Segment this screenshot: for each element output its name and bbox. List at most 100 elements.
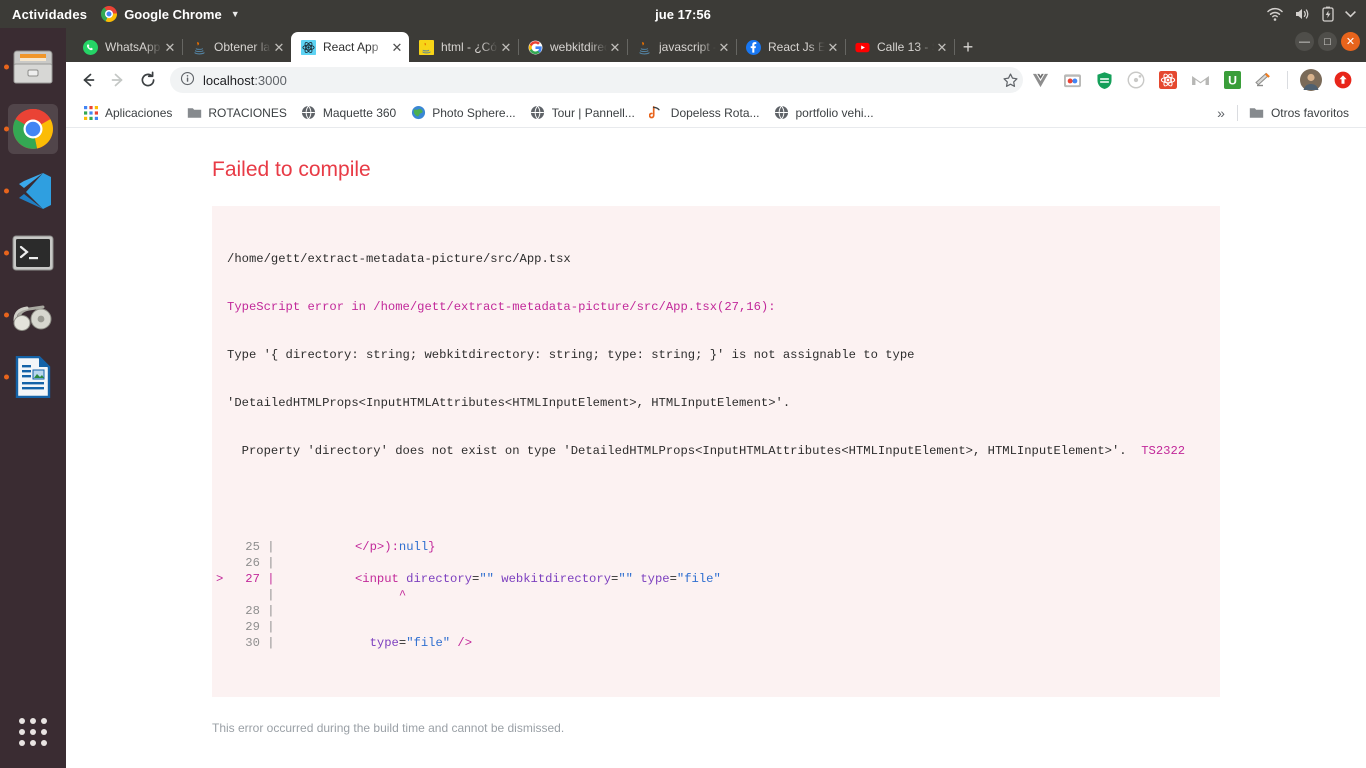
error-spacer xyxy=(216,491,1205,507)
tab-whatsapp[interactable]: WhatsApp ✕ xyxy=(73,32,183,62)
dock-item-rhythmbox[interactable] xyxy=(0,284,66,346)
code-line-gutter: 30 | xyxy=(216,636,282,650)
tab-close-icon[interactable]: ✕ xyxy=(716,41,732,54)
tab-close-icon[interactable]: ✕ xyxy=(607,41,623,54)
dock-item-files[interactable] xyxy=(0,36,66,98)
bookmark-aplicaciones[interactable]: Aplicaciones xyxy=(76,102,179,124)
show-applications-button[interactable] xyxy=(0,704,66,760)
tab-close-icon[interactable]: ✕ xyxy=(389,41,405,54)
code-token: = xyxy=(669,572,677,586)
dock-item-terminal[interactable] xyxy=(0,222,66,284)
system-tray[interactable] xyxy=(1267,0,1356,28)
dock-item-chrome[interactable] xyxy=(0,98,66,160)
minimize-button[interactable]: — xyxy=(1295,32,1314,51)
wappalyzer-icon[interactable] xyxy=(1253,69,1275,91)
code-token: } xyxy=(428,540,436,554)
tab-title: html - ¿Cóm xyxy=(441,40,498,54)
bookmark-otros-favoritos[interactable]: Otros favoritos xyxy=(1242,102,1356,124)
facebook-icon xyxy=(745,39,761,55)
fullpage-screenshot-icon[interactable] xyxy=(1061,69,1083,91)
bookmark-label: Aplicaciones xyxy=(105,105,173,120)
bookmark-label: Photo Sphere... xyxy=(432,105,516,120)
code-line-gutter: > 27 | xyxy=(216,572,282,586)
code-token: type xyxy=(369,636,399,650)
bookmark-portfolio-vehi[interactable]: portfolio vehi... xyxy=(767,102,881,124)
tab-title: React App xyxy=(323,40,379,54)
tab-close-icon[interactable]: ✕ xyxy=(271,41,287,54)
info-circle-icon[interactable] xyxy=(180,71,195,89)
url-port: :3000 xyxy=(254,72,287,88)
dock-item-libreoffice-impress[interactable] xyxy=(0,346,66,408)
bookmark-star-icon[interactable] xyxy=(997,67,1023,93)
whatsapp-icon xyxy=(82,39,98,55)
app-menu-button[interactable]: Google Chrome ▼ xyxy=(101,6,240,22)
bookmark-photo-sphere[interactable]: Photo Sphere... xyxy=(403,102,522,124)
apps-grid-icon xyxy=(19,718,47,746)
ublock-origin-icon[interactable]: U xyxy=(1221,69,1243,91)
code-line-gutter: 28 | xyxy=(216,604,282,618)
tab-html-como[interactable]: html - ¿Cóm ✕ xyxy=(409,32,519,62)
back-button[interactable] xyxy=(74,66,102,94)
bookmark-rotaciones[interactable]: ROTACIONES xyxy=(179,102,293,124)
window-controls: — □ ✕ xyxy=(1295,32,1360,51)
react-devtools-icon[interactable] xyxy=(1157,69,1179,91)
libreoffice-impress-icon xyxy=(8,352,58,402)
tab-react-app[interactable]: React App ✕ xyxy=(291,32,409,62)
bookmarks-overflow-button[interactable]: » xyxy=(1209,105,1233,121)
globe-icon xyxy=(301,105,317,121)
address-bar-url: localhost:3000 xyxy=(203,73,287,88)
app-menu-label: Google Chrome xyxy=(124,6,222,22)
bookmark-maquette-360[interactable]: Maquette 360 xyxy=(294,102,403,124)
code-token: "" xyxy=(618,572,633,586)
code-token: type xyxy=(640,572,670,586)
bookmark-tour-pannell[interactable]: Tour | Pannell... xyxy=(523,102,642,124)
chrome-update-icon[interactable] xyxy=(1332,69,1354,91)
forward-button[interactable] xyxy=(104,66,132,94)
folder-icon xyxy=(186,105,202,121)
code-frame-line: | ^ xyxy=(216,587,1205,603)
tab-javascript[interactable]: javascript - ✕ xyxy=(627,32,737,62)
tab-close-icon[interactable]: ✕ xyxy=(498,41,514,54)
code-line-gutter: 26 | xyxy=(216,556,282,570)
reload-button[interactable] xyxy=(134,66,162,94)
error-code: TS2322 xyxy=(1141,444,1186,458)
tab-title: WhatsApp xyxy=(105,40,161,54)
maximize-button[interactable]: □ xyxy=(1318,32,1337,51)
battery-charging-icon xyxy=(1322,6,1334,22)
tab-title: Obtener la l xyxy=(214,40,271,54)
globe-icon xyxy=(774,105,790,121)
vuejs-extension-icon[interactable] xyxy=(1029,69,1051,91)
bookmark-label: Tour | Pannell... xyxy=(551,105,635,120)
tab-separator xyxy=(954,39,955,55)
dock-item-vscode[interactable] xyxy=(0,160,66,222)
tab-webkitdirectory[interactable]: webkitdirec ✕ xyxy=(518,32,628,62)
chevron-down-icon: ▼ xyxy=(230,9,240,19)
user-avatar[interactable] xyxy=(1300,69,1322,91)
bookmark-label: Maquette 360 xyxy=(322,105,397,120)
tab-close-icon[interactable]: ✕ xyxy=(162,41,178,54)
gnome-top-bar: Actividades Google Chrome ▼ jue 17:56 xyxy=(0,0,1366,28)
tab-react-js-esp[interactable]: React Js Esp ✕ xyxy=(736,32,846,62)
address-bar[interactable]: localhost:3000 xyxy=(170,67,1023,93)
ubuntu-dock xyxy=(0,28,66,768)
tab-close-icon[interactable]: ✕ xyxy=(825,41,841,54)
tab-obtener-la[interactable]: Obtener la l ✕ xyxy=(182,32,292,62)
code-frame-line: 25 | </p>):null} xyxy=(216,539,1205,555)
bookmark-dopeless-rota[interactable]: Dopeless Rota... xyxy=(642,102,767,124)
activities-button[interactable]: Actividades xyxy=(0,7,101,22)
tab-calle-13[interactable]: Calle 13 - Su ✕ xyxy=(845,32,955,62)
tab-close-icon[interactable]: ✕ xyxy=(934,41,950,54)
google-icon xyxy=(527,39,543,55)
earth-icon xyxy=(410,105,426,121)
grammar-shield-icon[interactable] xyxy=(1093,69,1115,91)
react-icon xyxy=(300,39,316,55)
gmail-icon[interactable] xyxy=(1189,69,1211,91)
gray-circle-extension-icon[interactable] xyxy=(1125,69,1147,91)
java-icon xyxy=(636,39,652,55)
code-token: : xyxy=(391,540,399,554)
close-button[interactable]: ✕ xyxy=(1341,32,1360,51)
code-token: null xyxy=(398,540,429,554)
code-token: /> xyxy=(457,636,473,650)
new-tab-button[interactable]: + xyxy=(954,32,982,62)
